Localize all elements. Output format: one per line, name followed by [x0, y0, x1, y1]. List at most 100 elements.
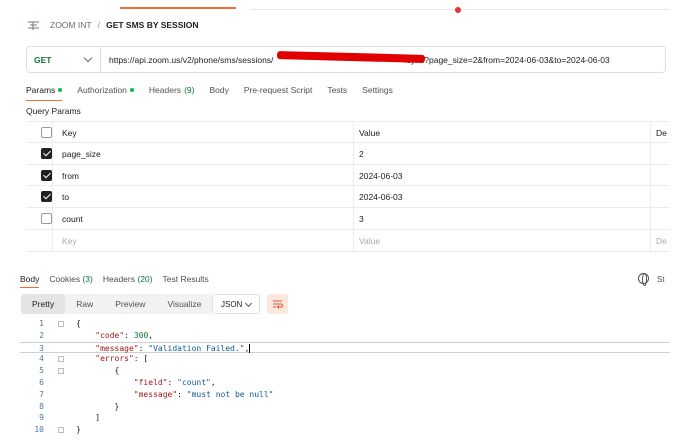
column-header-value: Value [359, 128, 381, 138]
tab-count: (9) [184, 85, 195, 95]
code-text: "errors": [ [95, 354, 149, 364]
fold-toggle[interactable] [58, 321, 64, 327]
tab-label: Body [209, 85, 229, 95]
status-label: St [657, 275, 665, 284]
tab-count: (20) [137, 274, 153, 284]
code-line: 4 "errors": [ [20, 353, 670, 365]
tab-settings[interactable]: Settings [362, 83, 393, 97]
format-label: JSON [221, 299, 243, 309]
select-all-checkbox[interactable] [41, 127, 52, 138]
line-number: 2 [39, 330, 44, 340]
param-value[interactable]: 2024-06-03 [359, 192, 402, 202]
chevron-down-icon [244, 299, 253, 308]
code-line: 6 "field": "count", [20, 377, 670, 389]
param-checkbox[interactable] [41, 147, 52, 159]
line-number: 7 [39, 389, 44, 399]
tab-label: Headers [102, 274, 135, 284]
code-text: "code": 300, [95, 330, 154, 340]
globe-icon[interactable] [638, 273, 649, 286]
param-key[interactable]: from [62, 171, 79, 181]
request-name[interactable]: GET SMS BY SESSION [106, 20, 198, 30]
code-text: "message": "must not be null" [133, 389, 274, 399]
format-select[interactable]: JSON [212, 294, 260, 314]
tab-cookies[interactable]: Cookies (3) [49, 274, 92, 284]
tab-authorization[interactable]: Authorization [77, 83, 134, 97]
table-row: count 3 [26, 208, 670, 230]
tab-response-body[interactable]: Body [20, 274, 40, 288]
fold-toggle[interactable] [58, 356, 64, 363]
url-input[interactable]: https://api.zoom.us/v2/phone/sms/session… [101, 50, 610, 65]
tab-label: Params [26, 85, 56, 95]
code-text: { [76, 319, 81, 328]
breadcrumb: ZOOM INT / GET SMS BY SESSION [27, 17, 199, 33]
tab-pre-request-script[interactable]: Pre-request Script [244, 83, 313, 97]
table-row: to 2024-06-03 [26, 186, 670, 209]
request-tabs: Params Authorization Headers (9) Body Pre… [26, 83, 408, 101]
http-request-icon [27, 19, 40, 32]
tab-label: Authorization [77, 85, 127, 95]
table-header-row: Key Value De [26, 121, 670, 143]
tab-tests[interactable]: Tests [327, 83, 347, 97]
param-key[interactable]: to [62, 192, 69, 202]
param-value[interactable]: 2 [359, 149, 364, 159]
param-checkbox[interactable] [41, 169, 52, 181]
view-preview[interactable]: Preview [104, 294, 156, 314]
workspace-name[interactable]: ZOOM INT [50, 20, 92, 30]
column-divider [52, 121, 53, 252]
tab-response-headers[interactable]: Headers (20) [103, 274, 153, 284]
chevron-down-icon [83, 53, 93, 63]
method-label: GET [34, 54, 52, 65]
active-dot [58, 88, 63, 92]
code-line: 5 { [20, 365, 670, 377]
url-suffix: /sync?page_size=2&from=2024-06-03&to=202… [404, 54, 610, 65]
view-pretty[interactable]: Pretty [21, 294, 66, 314]
line-number: 5 [39, 366, 44, 376]
query-params-title: Query Params [26, 106, 81, 116]
param-key[interactable]: count [62, 214, 83, 224]
table-row: page_size 2 [26, 143, 670, 165]
tab-test-results[interactable]: Test Results [163, 274, 209, 284]
tab-label: Cookies [49, 274, 81, 284]
param-checkbox[interactable] [41, 213, 52, 225]
column-header-key: Key [62, 128, 77, 138]
new-param-row: Key Value De [26, 230, 670, 252]
line-number: 1 [39, 319, 44, 328]
fold-toggle[interactable] [58, 427, 64, 434]
line-number: 10 [34, 425, 44, 435]
code-line: 2 "code": 300, [20, 330, 670, 342]
response-tabs: Body Cookies (3) Headers (20) Test Resul… [20, 272, 219, 288]
param-checkbox[interactable] [41, 191, 52, 203]
wrap-lines-button[interactable] [267, 294, 288, 314]
param-key[interactable]: page_size [62, 149, 101, 159]
tab-params[interactable]: Params [26, 83, 63, 101]
column-divider [650, 121, 651, 252]
column-header-description: De [656, 128, 667, 138]
tab-body[interactable]: Body [209, 83, 228, 97]
param-value[interactable]: 3 [359, 214, 364, 224]
fold-toggle[interactable] [58, 368, 64, 375]
tab-headers[interactable]: Headers (9) [149, 83, 195, 97]
tab-label: Tests [327, 85, 348, 95]
method-select[interactable]: GET [27, 47, 101, 72]
view-visualize[interactable]: Visualize [156, 294, 212, 314]
url-bar: GET https://api.zoom.us/v2/phone/sms/ses… [26, 46, 666, 73]
code-line: 8 } [20, 401, 670, 413]
code-line: 3 "message": "Validation Failed.", [20, 341, 670, 354]
code-line: 7 "message": "must not be null" [20, 389, 670, 401]
view-raw[interactable]: Raw [65, 294, 104, 314]
code-line: 10} [20, 424, 670, 436]
new-key-input[interactable]: Key [62, 236, 77, 246]
code-text: "field": "count", [133, 377, 216, 387]
line-number: 8 [39, 401, 44, 411]
new-description-input[interactable]: De [656, 236, 667, 246]
new-value-input[interactable]: Value [359, 236, 380, 246]
response-body-editor[interactable]: 1 {2 "code": 300, 3 "message": "Validation… [20, 318, 670, 436]
code-text: } [76, 401, 120, 411]
url-prefix: https://api.zoom.us/v2/phone/sms/session… [109, 54, 274, 65]
params-table: Key Value De page_size 2 from 2024-06-03… [26, 121, 670, 252]
line-number: 6 [39, 377, 44, 387]
line-number: 4 [39, 354, 44, 364]
tab-label: Settings [362, 85, 393, 95]
param-value[interactable]: 2024-06-03 [359, 171, 402, 181]
line-number: 9 [39, 413, 44, 423]
